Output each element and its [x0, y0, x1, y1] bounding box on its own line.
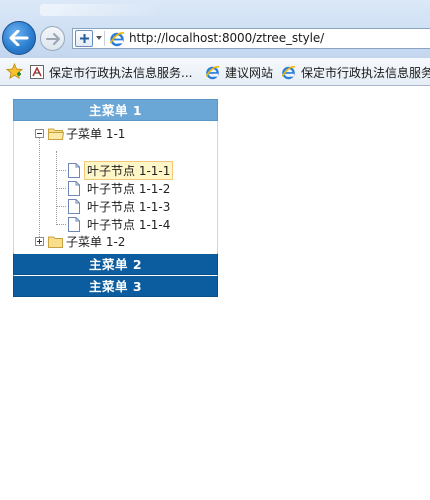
- ie-icon: [281, 65, 296, 79]
- tree-leaf-label: 叶子节点 1-1-1: [84, 160, 174, 180]
- tree-leaf-1-1-3[interactable]: 叶子节点 1-1-3: [68, 197, 173, 215]
- tree-node-sub-1-2[interactable]: 子菜单 1-2: [35, 232, 125, 250]
- tree-connector: [39, 133, 40, 243]
- accordion-menu: 主菜单 1 子菜单 1-1 叶子节点 1-1-1 叶子节点 1-1-2 叶子节点…: [13, 99, 218, 297]
- favorite-label-1: 保定市行政执法信息服务...: [49, 65, 193, 80]
- main-menu-3-header[interactable]: 主菜单 3: [13, 275, 218, 297]
- ie-icon: [205, 65, 220, 79]
- tree-connector: [56, 224, 66, 225]
- tree-node-sub-1-1[interactable]: 子菜单 1-1: [35, 124, 125, 142]
- ztree: 子菜单 1-1 叶子节点 1-1-1 叶子节点 1-1-2 叶子节点 1-1-3: [13, 121, 218, 243]
- favorite-link-1[interactable]: 保定市行政执法信息服务...: [30, 62, 192, 82]
- browser-tab-strip: [40, 4, 160, 16]
- tree-leaf-1-1-1[interactable]: 叶子节点 1-1-1: [68, 160, 174, 180]
- ie-page-icon: [108, 30, 125, 47]
- favorites-star-icon[interactable]: [6, 63, 23, 80]
- tree-node-label: 子菜单 1-2: [66, 234, 126, 249]
- plus-shield-icon: [79, 34, 89, 43]
- document-icon: [68, 162, 80, 178]
- tree-leaf-label: 叶子节点 1-1-2: [87, 181, 171, 196]
- main-menu-2-header[interactable]: 主菜单 2: [13, 253, 218, 275]
- back-arrow-icon: [9, 30, 29, 46]
- compatibility-view-button[interactable]: [75, 30, 93, 47]
- favorite-label-3: 保定市行政执法信息服务: [301, 65, 430, 80]
- document-icon: [68, 216, 80, 232]
- document-icon: [68, 198, 80, 214]
- expand-toggle-icon[interactable]: [35, 236, 44, 246]
- tree-connector: [56, 170, 66, 171]
- favorite-link-3[interactable]: 保定市行政执法信息服务: [281, 62, 430, 82]
- back-button[interactable]: [2, 21, 36, 55]
- address-separator: [104, 31, 105, 46]
- folder-closed-icon: [48, 236, 63, 248]
- tree-connector: [56, 188, 66, 189]
- main-menu-1-header[interactable]: 主菜单 1: [13, 99, 218, 121]
- folder-open-icon: [48, 128, 64, 140]
- forward-arrow-icon: [45, 32, 60, 45]
- collapse-toggle-icon[interactable]: [35, 128, 44, 138]
- dropdown-arrow-icon[interactable]: [96, 36, 102, 40]
- favorite-link-2[interactable]: 建议网站: [205, 62, 273, 82]
- tree-row-container: 子菜单 1-2: [13, 231, 218, 253]
- document-icon: [68, 180, 80, 196]
- tree-connector: [56, 206, 66, 207]
- favorites-bar: 保定市行政执法信息服务... 建议网站 保定市行政执法信息服务: [0, 58, 430, 86]
- url-text[interactable]: http://localhost:8000/ztree_style/: [129, 31, 324, 45]
- favorite-label-2: 建议网站: [225, 65, 274, 80]
- browser-toolbar: http://localhost:8000/ztree_style/: [0, 0, 430, 58]
- address-bar[interactable]: http://localhost:8000/ztree_style/: [72, 28, 430, 49]
- tree-connector: [56, 151, 57, 223]
- tree-leaf-1-1-2[interactable]: 叶子节点 1-1-2: [68, 179, 173, 197]
- site-favicon-icon: [30, 65, 44, 79]
- tree-leaf-label: 叶子节点 1-1-3: [87, 199, 171, 214]
- forward-button[interactable]: [40, 26, 65, 51]
- tree-node-label: 子菜单 1-1: [66, 126, 126, 141]
